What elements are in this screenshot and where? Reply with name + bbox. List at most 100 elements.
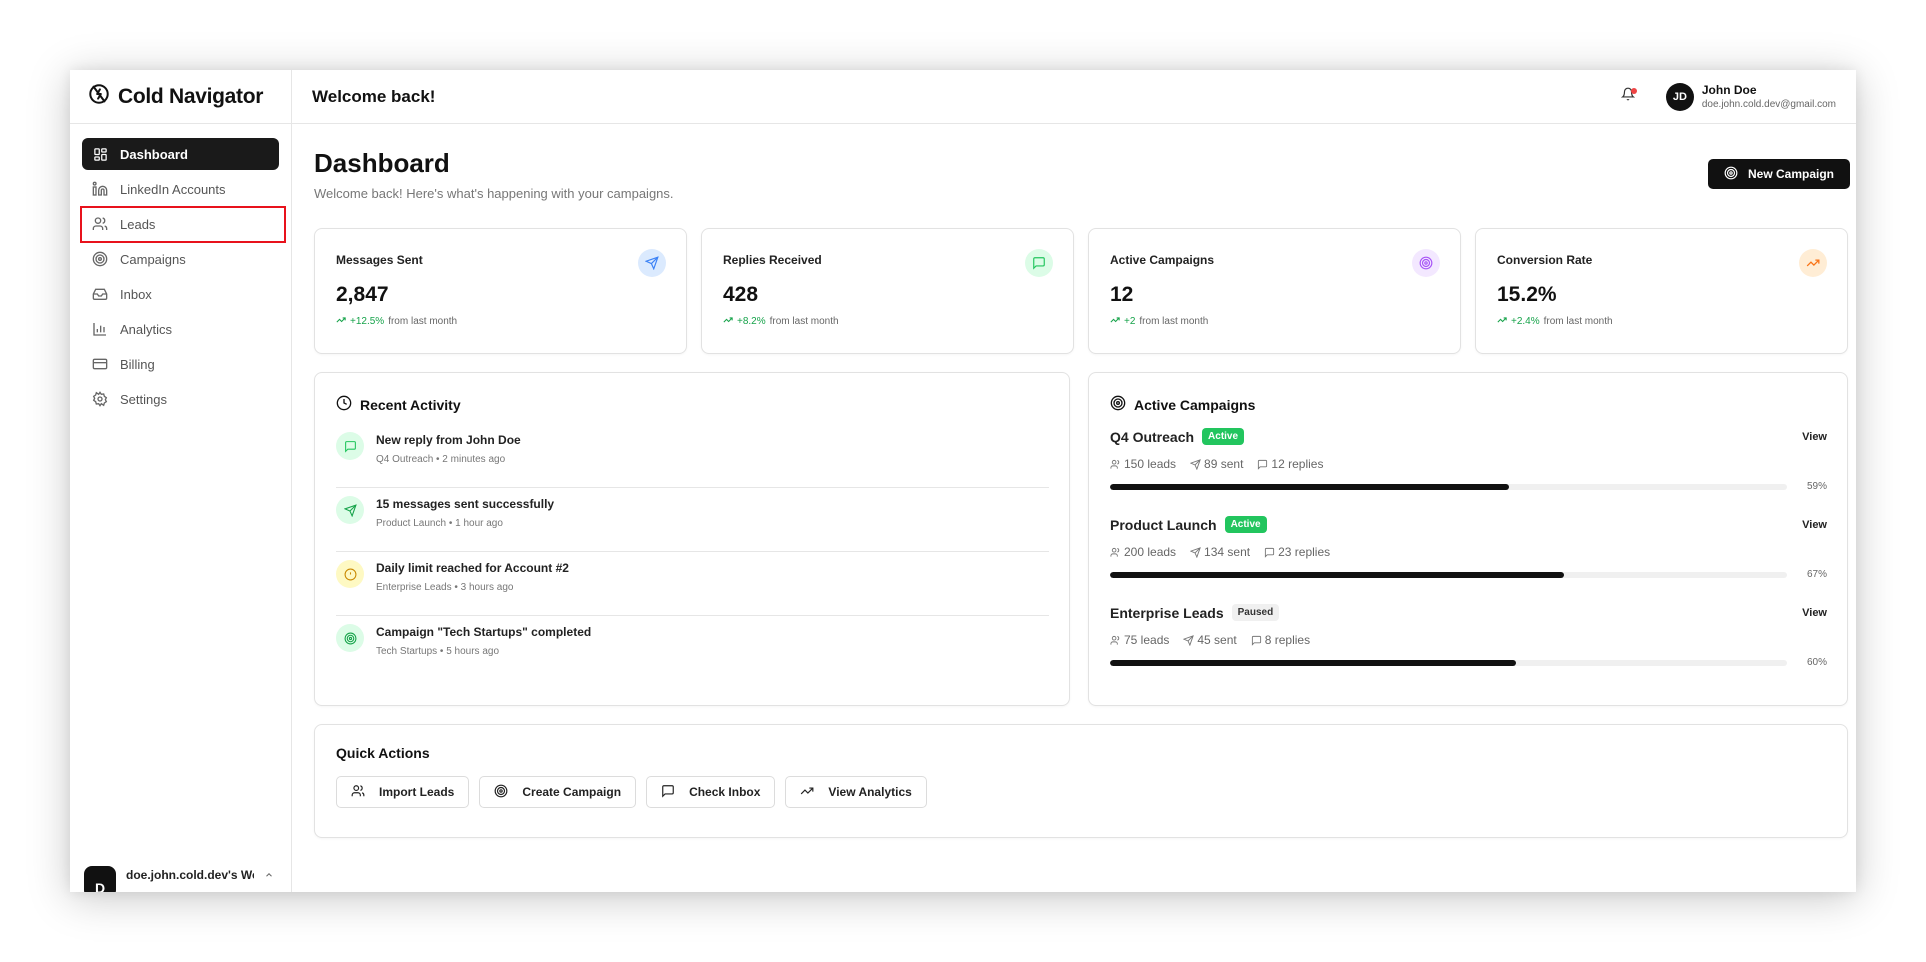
stat-value: 12: [1110, 283, 1134, 306]
list-item[interactable]: Campaign "Tech Startups" completed Tech …: [336, 616, 1049, 680]
avatar: JD: [1665, 82, 1694, 111]
dashboard-icon: [92, 146, 108, 162]
trending-up-icon: [1497, 315, 1507, 328]
bar-chart-icon: [92, 321, 108, 337]
stat-value: 15.2%: [1497, 283, 1557, 306]
campaign-sent: 134 sent: [1190, 545, 1250, 559]
user-name: John Doe: [1701, 83, 1757, 97]
campaign-leads: 75 leads: [1110, 633, 1169, 647]
sidebar-item-label: Leads: [120, 216, 156, 232]
campaign-item: Enterprise Leads Paused View 75 leads 45…: [1110, 604, 1827, 692]
stat-change-value: +12.5%: [350, 316, 385, 327]
view-campaign-button[interactable]: View: [1802, 519, 1827, 531]
stat-change-suffix: from last month: [388, 316, 458, 327]
sidebar-item-dashboard[interactable]: Dashboard: [82, 138, 279, 170]
leads-count: 200 leads: [1124, 545, 1177, 559]
activity-title: New reply from John Doe: [376, 433, 521, 447]
view-analytics-button[interactable]: View Analytics: [785, 776, 927, 808]
message-icon: [1025, 249, 1053, 277]
quick-actions-panel: Quick Actions Import Leads Create Campai…: [314, 724, 1848, 838]
stat-change: +8.2% from last month: [723, 315, 1053, 328]
campaign-leads: 200 leads: [1110, 545, 1176, 559]
stat-card-messages-sent: Messages Sent 2,847 +12.5% from last mon…: [314, 228, 687, 354]
new-campaign-button[interactable]: New Campaign: [1708, 159, 1850, 189]
notification-dot: [1630, 87, 1637, 94]
button-label: Create Campaign: [522, 785, 622, 799]
target-icon: [1412, 249, 1440, 277]
view-campaign-button[interactable]: View: [1802, 607, 1827, 619]
progress-label: 67%: [1807, 569, 1828, 580]
activity-meta: Enterprise Leads • 3 hours ago: [376, 582, 514, 593]
brand[interactable]: Cold Navigator: [70, 70, 291, 124]
progress-bar: [1110, 659, 1787, 666]
campaign-replies: 12 replies: [1257, 457, 1323, 471]
sidebar-item-linkedin-accounts[interactable]: LinkedIn Accounts: [82, 173, 279, 205]
activity-meta: Product Launch • 1 hour ago: [376, 518, 503, 529]
progress-label: 60%: [1807, 657, 1828, 668]
sidebar-item-analytics[interactable]: Analytics: [82, 313, 279, 345]
sidebar-item-campaigns[interactable]: Campaigns: [82, 243, 279, 275]
button-label: Import Leads: [379, 785, 455, 799]
create-campaign-button[interactable]: Create Campaign: [479, 776, 637, 808]
replies-count: 8 replies: [1264, 633, 1311, 647]
progress-fill: [1110, 483, 1510, 490]
stat-value: 428: [723, 283, 759, 306]
panel-title: Quick Actions: [336, 745, 430, 761]
view-campaign-button[interactable]: View: [1802, 431, 1827, 443]
progress-bar: [1110, 483, 1787, 490]
sidebar-item-label: LinkedIn Accounts: [120, 181, 226, 197]
sidebar-item-settings[interactable]: Settings: [82, 383, 279, 415]
sidebar: Cold Navigator Dashboard LinkedIn Accoun…: [70, 70, 292, 892]
message-icon: [336, 432, 364, 460]
stat-change: +12.5% from last month: [336, 315, 666, 328]
campaign-item: Q4 Outreach Active View 150 leads 89 sen…: [1110, 428, 1827, 516]
panel-title: Active Campaigns: [1134, 396, 1256, 413]
stat-label: Active Campaigns: [1110, 253, 1215, 267]
stat-change-value: +8.2%: [737, 316, 766, 327]
panel-title: Recent Activity: [360, 396, 461, 413]
sent-count: 45 sent: [1197, 633, 1237, 647]
stat-card-replies-received: Replies Received 428 +8.2% from last mon…: [701, 228, 1074, 354]
list-item[interactable]: New reply from John Doe Q4 Outreach • 2 …: [336, 424, 1049, 488]
workspace-avatar: D: [84, 866, 116, 892]
user-menu[interactable]: JD John Doe doe.john.cold.dev@gmail.com: [1665, 82, 1836, 111]
send-icon: [638, 249, 666, 277]
sidebar-item-leads[interactable]: Leads: [82, 208, 279, 240]
import-leads-button[interactable]: Import Leads: [336, 776, 470, 808]
stat-change: +2 from last month: [1110, 315, 1440, 328]
campaign-replies: 23 replies: [1264, 545, 1330, 559]
campaign-sent: 89 sent: [1190, 457, 1243, 471]
status-badge: Active: [1224, 516, 1267, 533]
campaign-replies: 8 replies: [1251, 633, 1310, 647]
sidebar-item-billing[interactable]: Billing: [82, 348, 279, 380]
inbox-icon: [92, 286, 108, 302]
stat-change-value: +2.4%: [1511, 316, 1540, 327]
send-icon: [336, 496, 364, 524]
notifications-button[interactable]: [1618, 87, 1638, 107]
check-inbox-button[interactable]: Check Inbox: [646, 776, 776, 808]
campaign-leads: 150 leads: [1110, 457, 1176, 471]
list-item[interactable]: Daily limit reached for Account #2 Enter…: [336, 552, 1049, 616]
activity-title: Daily limit reached for Account #2: [376, 561, 569, 575]
stat-label: Replies Received: [723, 253, 822, 267]
activity-meta: Q4 Outreach • 2 minutes ago: [376, 454, 506, 465]
quick-actions-buttons: Import Leads Create Campaign Check Inbox…: [315, 761, 1847, 808]
gear-icon: [92, 391, 108, 407]
stat-change-value: +2: [1124, 316, 1136, 327]
sent-count: 134 sent: [1204, 545, 1251, 559]
alert-icon: [336, 560, 364, 588]
workspace-switcher[interactable]: D doe.john.cold.dev's Wo: [70, 856, 292, 892]
progress-fill: [1110, 571, 1564, 578]
campaign-name: Q4 Outreach: [1110, 428, 1195, 445]
stat-label: Messages Sent: [336, 253, 423, 267]
active-campaigns-panel: Active Campaigns Q4 Outreach Active View…: [1088, 372, 1848, 706]
user-info: John Doe doe.john.cold.dev@gmail.com: [1702, 83, 1836, 110]
progress-fill: [1110, 659, 1517, 666]
target-icon: [1110, 395, 1126, 414]
sidebar-item-inbox[interactable]: Inbox: [82, 278, 279, 310]
panel-header: Active Campaigns: [1089, 373, 1847, 414]
list-item[interactable]: 15 messages sent successfully Product La…: [336, 488, 1049, 552]
stat-value: 2,847: [336, 283, 389, 306]
activity-title: 15 messages sent successfully: [376, 497, 555, 511]
logo-icon: [88, 83, 110, 110]
